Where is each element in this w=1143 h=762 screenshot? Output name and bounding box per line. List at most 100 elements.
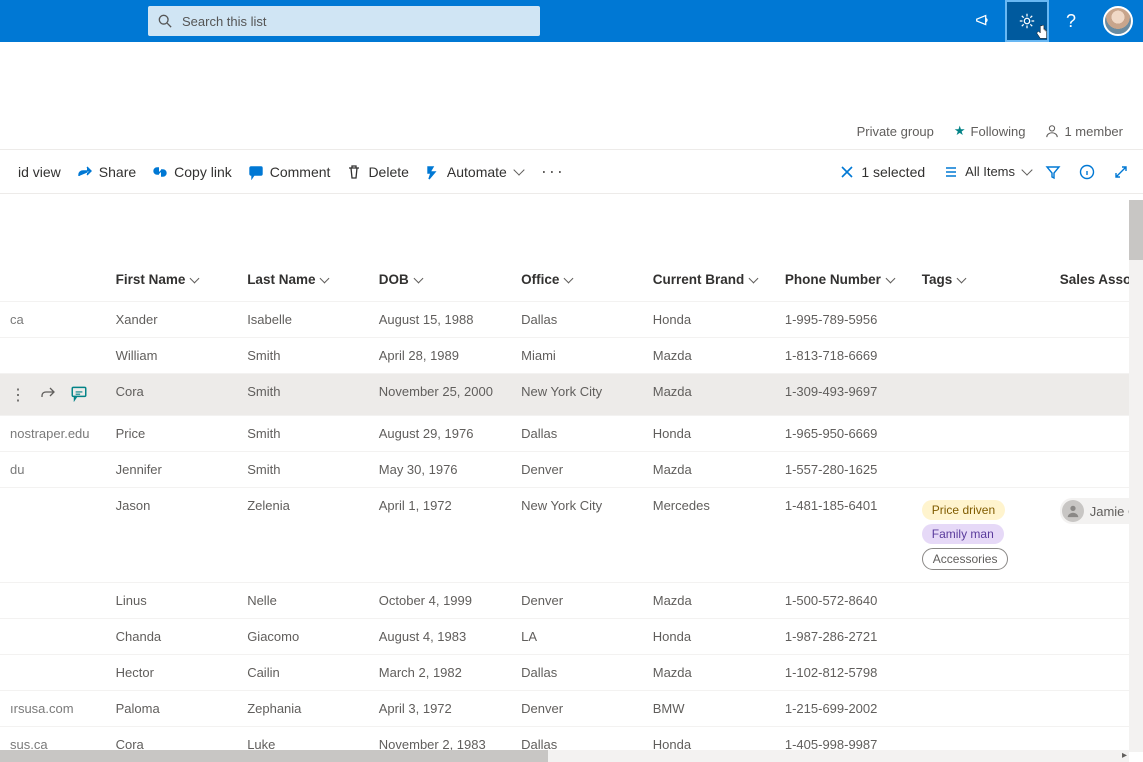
comment-button[interactable]: Comment [240,164,339,180]
cell-last: Giacomo [237,619,369,655]
row-gutter: nostraper.edu [0,416,106,452]
cell-dob: April 28, 1989 [369,338,511,374]
scroll-arrow-right-icon[interactable]: ▸ [1122,750,1127,761]
delete-label: Delete [368,164,408,180]
table-row[interactable]: ⋮CoraSmithNovember 25, 2000New York City… [0,374,1143,416]
col-gutter [0,264,106,302]
list-scroll[interactable]: First Name Last Name DOB Office Current … [0,194,1143,752]
info-button[interactable] [1075,164,1099,180]
cell-brand: BMW [643,691,775,727]
user-avatar[interactable] [1103,6,1133,36]
cell-phone: 1-215-699-2002 [775,691,912,727]
cell-dob: April 1, 1972 [369,488,511,583]
cell-office: Denver [511,452,643,488]
members-link[interactable]: 1 member [1045,124,1123,139]
grid-view-button[interactable]: id view [10,164,69,180]
table-row[interactable]: duJenniferSmithMay 30, 1976DenverMazda1-… [0,452,1143,488]
tag-pill[interactable]: Family man [922,524,1004,544]
cell-tags [912,727,1050,753]
chevron-down-icon [320,274,330,284]
overflow-menu[interactable]: ··· [531,161,575,182]
help-icon[interactable]: ? [1049,0,1093,42]
cell-dob: April 3, 1972 [369,691,511,727]
table-row[interactable]: JasonZeleniaApril 1, 1972New York CityMe… [0,488,1143,583]
members-label: 1 member [1064,124,1123,139]
table-row[interactable]: ChandaGiacomoAugust 4, 1983LAHonda1-987-… [0,619,1143,655]
cell-first: Jennifer [106,452,238,488]
chevron-down-icon [957,274,967,284]
x-icon [839,164,855,180]
list-icon [943,164,959,180]
table-row[interactable]: nostraper.eduPriceSmithAugust 29, 1976Da… [0,416,1143,452]
row-gutter: sus.ca [0,727,106,753]
col-tags[interactable]: Tags [912,264,1050,302]
cell-tags [912,416,1050,452]
cell-last: Smith [237,452,369,488]
tag-pill[interactable]: Accessories [922,548,1009,570]
cell-last: Isabelle [237,302,369,338]
delete-button[interactable]: Delete [338,164,416,180]
cell-phone: 1-481-185-6401 [775,488,912,583]
vertical-scrollbar[interactable] [1129,200,1143,752]
cell-dob: November 2, 1983 [369,727,511,753]
cell-phone: 1-995-789-5956 [775,302,912,338]
table-row[interactable]: sus.caCoraLukeNovember 2, 1983DallasHond… [0,727,1143,753]
tag-pill[interactable]: Price driven [922,500,1005,520]
cell-brand: Mazda [643,655,775,691]
cell-office: Denver [511,583,643,619]
cell-office: Miami [511,338,643,374]
automate-button[interactable]: Automate [417,164,531,180]
row-gutter [0,583,106,619]
cell-brand: Honda [643,416,775,452]
row-share-icon[interactable] [40,385,56,404]
col-phone[interactable]: Phone Number [775,264,912,302]
chevron-down-icon [885,274,895,284]
cell-brand: Mazda [643,338,775,374]
megaphone-icon[interactable] [961,0,1005,42]
copy-link-button[interactable]: Copy link [144,164,240,180]
settings-icon[interactable] [1005,0,1049,42]
table-row[interactable]: ırsusa.comPalomaZephaniaApril 3, 1972Den… [0,691,1143,727]
cell-dob: November 25, 2000 [369,374,511,416]
cell-brand: Mazda [643,583,775,619]
horizontal-scrollbar[interactable]: ▸ [0,750,1129,762]
table-row[interactable]: HectorCailinMarch 2, 1982DallasMazda1-10… [0,655,1143,691]
cell-first: Linus [106,583,238,619]
cell-tags [912,302,1050,338]
cell-first: Price [106,416,238,452]
row-gutter: du [0,452,106,488]
search-box[interactable]: Search this list [148,6,540,36]
share-label: Share [99,164,136,180]
cell-phone: 1-102-812-5798 [775,655,912,691]
row-more-icon[interactable]: ⋮ [10,385,26,405]
expand-button[interactable] [1109,164,1133,180]
table-row[interactable]: WilliamSmithApril 28, 1989MiamiMazda1-81… [0,338,1143,374]
follow-toggle[interactable]: ★ Following [954,123,1026,139]
row-gutter [0,488,106,583]
col-current-brand[interactable]: Current Brand [643,264,775,302]
share-button[interactable]: Share [69,164,144,180]
col-brand-label: Current Brand [653,272,745,287]
cell-office: Dallas [511,302,643,338]
view-switcher[interactable]: All Items [943,164,1031,180]
row-actions: ⋮ [10,384,96,405]
scroll-thumb[interactable] [1129,200,1143,260]
follow-label: Following [971,124,1026,139]
col-office[interactable]: Office [511,264,643,302]
cell-tags [912,691,1050,727]
cell-last: Cailin [237,655,369,691]
col-last-name[interactable]: Last Name [237,264,369,302]
cell-last: Nelle [237,583,369,619]
row-comment-icon[interactable] [70,384,88,405]
scroll-thumb[interactable] [0,750,548,762]
cell-office: Dallas [511,727,643,753]
link-icon [152,164,168,180]
chevron-down-icon [513,164,524,175]
table-row[interactable]: caXanderIsabelleAugust 15, 1988DallasHon… [0,302,1143,338]
cell-last: Smith [237,416,369,452]
filter-button[interactable] [1041,164,1065,180]
table-row[interactable]: LinusNelleOctober 4, 1999DenverMazda1-50… [0,583,1143,619]
col-first-name[interactable]: First Name [106,264,238,302]
clear-selection-button[interactable]: 1 selected [831,164,933,180]
col-dob[interactable]: DOB [369,264,511,302]
